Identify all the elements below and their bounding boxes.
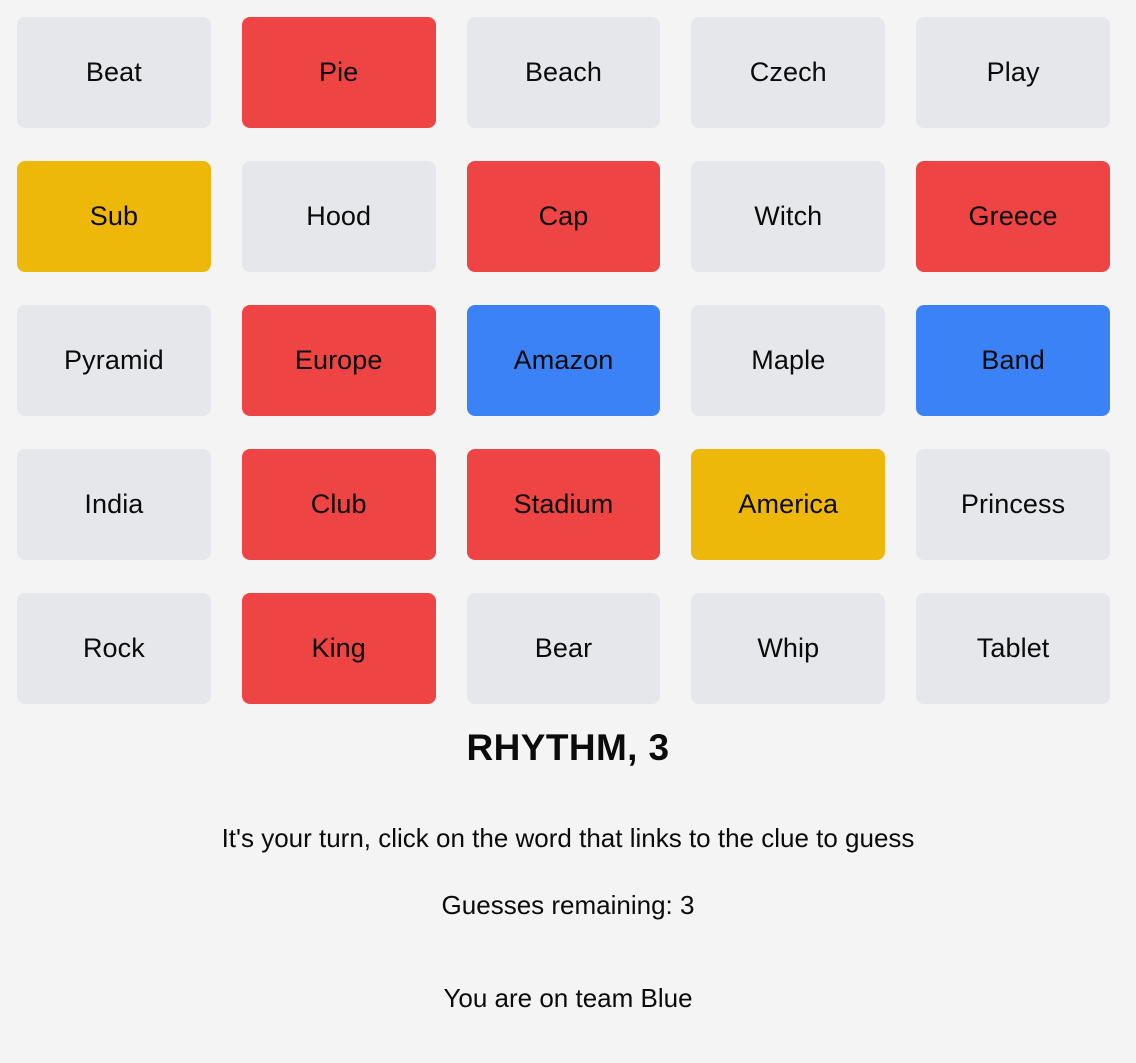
word-card-label: Pyramid (64, 345, 164, 375)
word-card[interactable]: Witch (691, 161, 886, 272)
word-card-label: Sub (89, 201, 139, 231)
word-card-label: Hood (306, 201, 372, 231)
word-card[interactable]: Pie (241, 17, 436, 128)
word-card[interactable]: Cap (466, 161, 661, 272)
codenames-game: Beat Pie Beach Czech Play Sub Hood Cap Witch Gree… (0, 0, 1136, 1063)
word-grid: Beat Pie Beach Czech Play Sub Hood Cap Witch Gree… (0, 17, 1136, 704)
word-card[interactable]: Beach (466, 17, 661, 128)
word-card-label: Bear (534, 633, 593, 663)
guesses-remaining: Guesses remaining: 3 (441, 889, 695, 920)
word-card[interactable]: Band (916, 305, 1110, 416)
word-card-label: Cap (538, 201, 589, 231)
word-card[interactable]: Czech (691, 17, 886, 128)
word-card[interactable]: Beat (17, 17, 211, 128)
word-card-label: Greece (968, 201, 1058, 231)
word-card[interactable]: Whip (691, 593, 886, 704)
word-card-label: Amazon (513, 345, 614, 375)
word-card[interactable]: Princess (916, 449, 1110, 560)
word-card-label: King (311, 633, 366, 663)
word-card-label: Rock (82, 633, 145, 663)
word-card-label: America (738, 489, 839, 519)
team-message: You are on team Blue (443, 983, 693, 1014)
word-card[interactable]: Hood (241, 161, 436, 272)
word-card[interactable]: King (241, 593, 436, 704)
word-card-label: Beat (85, 57, 142, 87)
word-card[interactable]: Greece (916, 161, 1110, 272)
word-card[interactable]: Play (916, 17, 1110, 128)
word-card-label: Witch (754, 201, 823, 231)
word-card-label: Princess (960, 489, 1066, 519)
clue-display: RHYTHM, 3 (466, 727, 670, 768)
word-card[interactable]: Stadium (466, 449, 661, 560)
word-card-label: Club (310, 489, 367, 519)
word-card[interactable]: Club (241, 449, 436, 560)
word-card[interactable]: Maple (691, 305, 886, 416)
word-card-label: Pie (319, 57, 359, 87)
word-card[interactable]: India (17, 449, 211, 560)
word-card[interactable]: Sub (17, 161, 211, 272)
word-card-label: Band (981, 345, 1045, 375)
status-panel: RHYTHM, 3 It's your turn, click on the w… (0, 704, 1136, 1063)
word-card-label: Europe (294, 345, 383, 375)
word-card[interactable]: Amazon (466, 305, 661, 416)
word-card[interactable]: Europe (241, 305, 436, 416)
word-card-label: Whip (757, 633, 820, 663)
word-card[interactable]: Tablet (916, 593, 1110, 704)
word-card[interactable]: Bear (466, 593, 661, 704)
word-card-label: Beach (524, 57, 603, 87)
word-card[interactable]: Rock (17, 593, 211, 704)
word-card[interactable]: America (691, 449, 886, 560)
word-card-label: Maple (751, 345, 826, 375)
word-card-label: Tablet (976, 633, 1050, 663)
word-card-label: India (84, 489, 144, 519)
word-card[interactable]: Pyramid (17, 305, 211, 416)
word-card-label: Czech (749, 57, 827, 87)
word-card-label: Play (986, 57, 1040, 87)
turn-message: It's your turn, click on the word that l… (221, 822, 915, 853)
word-card-label: Stadium (513, 489, 614, 519)
